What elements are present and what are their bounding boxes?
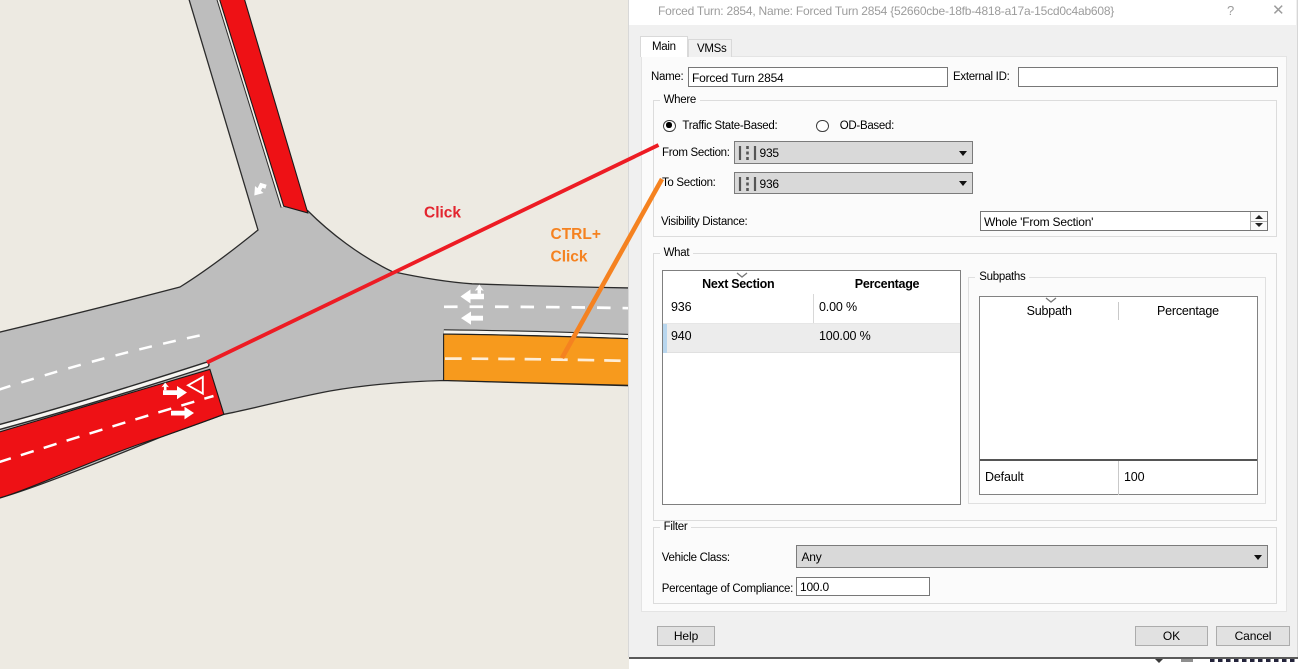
svg-text:CTRL+: CTRL+ [551,226,601,243]
svg-text:Click: Click [551,249,588,266]
svg-text:Click: Click [424,205,461,222]
